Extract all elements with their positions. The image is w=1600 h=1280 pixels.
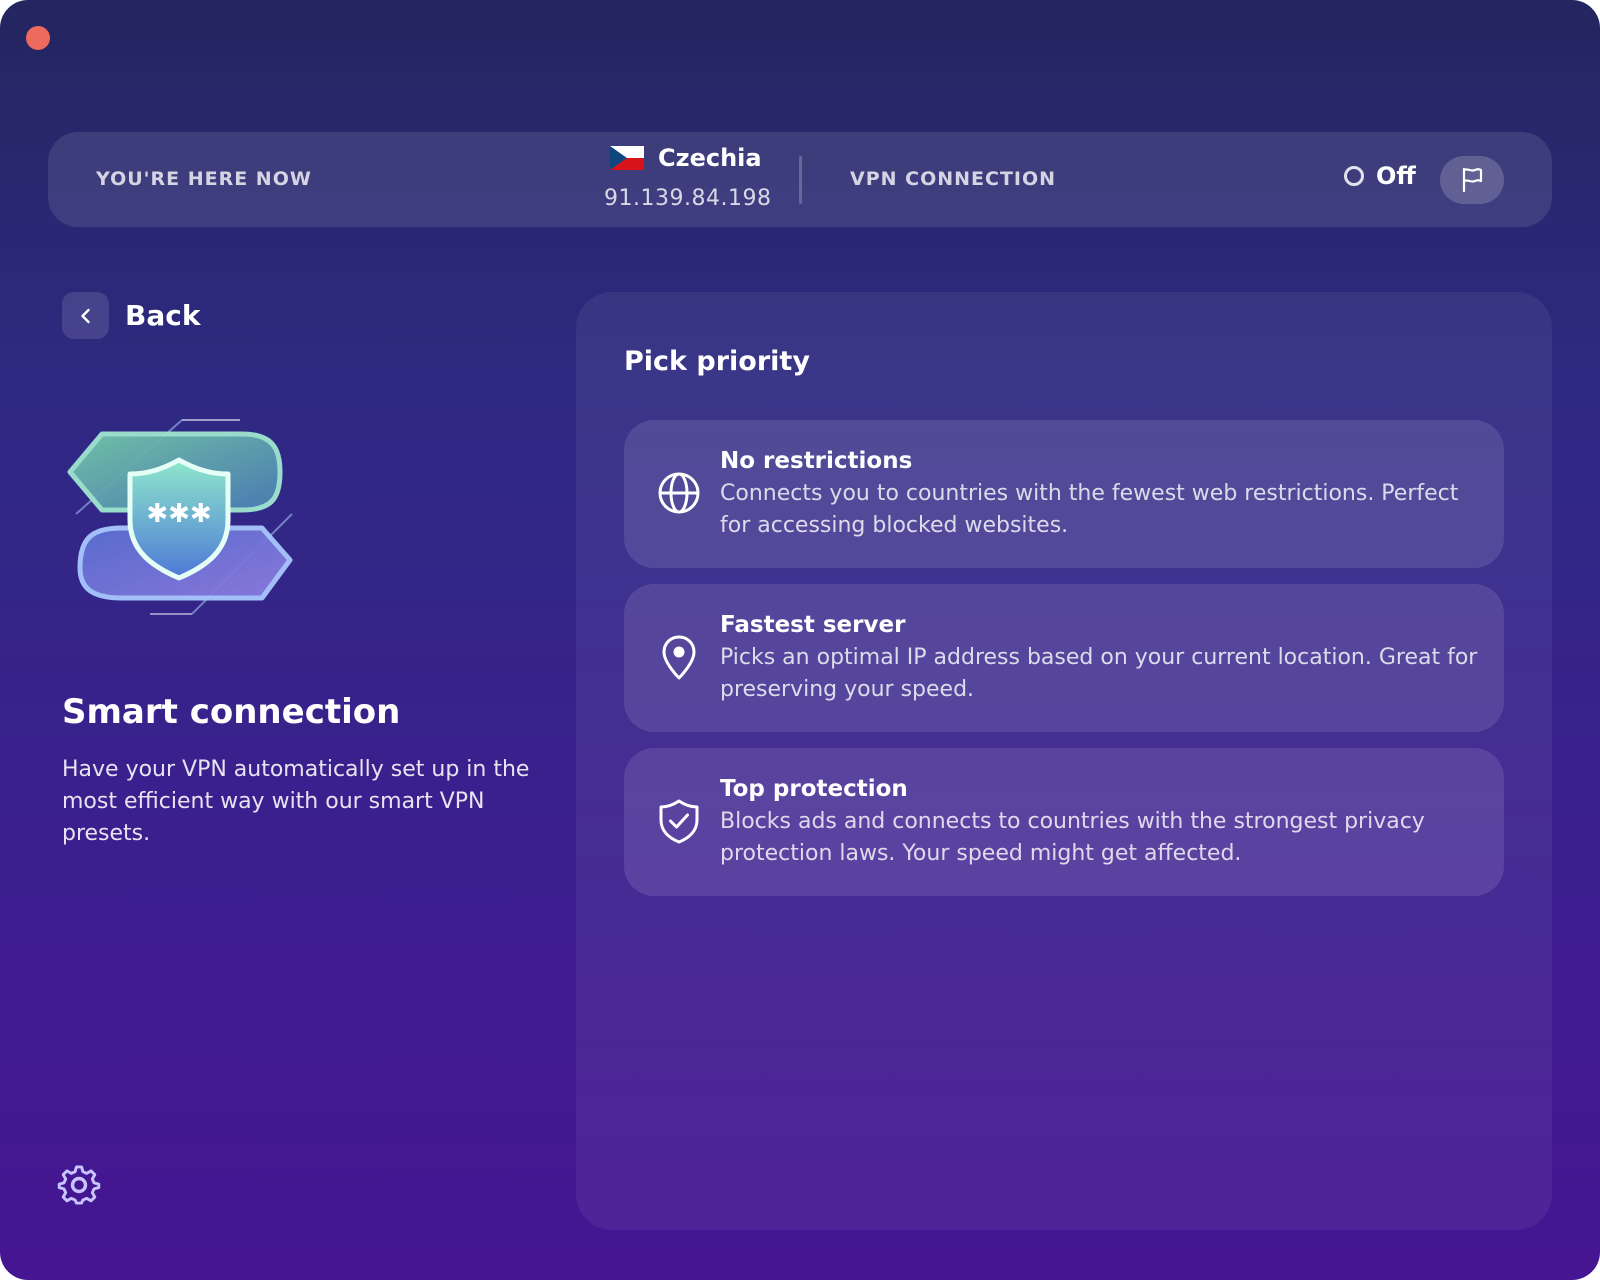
vpn-status-text: Off <box>1376 162 1416 190</box>
feature-description: Have your VPN automatically set up in th… <box>62 757 530 846</box>
vpn-connection-label: VPN CONNECTION <box>850 168 1057 190</box>
shield-check-icon <box>659 799 699 844</box>
current-country: Czechia <box>610 144 762 172</box>
option-no-restrictions[interactable]: No restrictions Connects you to countrie… <box>624 420 1504 568</box>
location-pin-icon <box>662 635 696 680</box>
back-button[interactable]: Back <box>62 292 200 339</box>
app-window: YOU'RE HERE NOW Czechia 91.139.84.198 VP… <box>0 0 1600 1280</box>
option-description: Connects you to countries with the fewes… <box>720 481 1459 538</box>
report-flag-button[interactable] <box>1440 156 1504 204</box>
option-description: Picks an optimal IP address based on you… <box>720 645 1478 702</box>
connection-status-bar: YOU'RE HERE NOW Czechia 91.139.84.198 VP… <box>48 132 1552 227</box>
gear-icon[interactable] <box>56 1160 102 1206</box>
divider <box>799 156 802 204</box>
option-fastest-server[interactable]: Fastest server Picks an optimal IP addre… <box>624 584 1504 732</box>
globe-icon <box>658 472 700 514</box>
option-title: No restrictions <box>720 448 913 474</box>
option-description: Blocks ads and connects to countries wit… <box>720 809 1425 866</box>
pick-priority-panel: Pick priority No restrictions Connects y… <box>576 292 1552 1230</box>
ip-address: 91.139.84.198 <box>604 186 772 211</box>
smart-connection-illustration: ✱✱✱ <box>67 419 293 615</box>
option-title: Top protection <box>720 776 908 802</box>
panel-title: Pick priority <box>624 346 810 377</box>
country-name: Czechia <box>658 144 762 172</box>
svg-text:✱✱✱: ✱✱✱ <box>146 499 211 529</box>
option-top-protection[interactable]: Top protection Blocks ads and connects t… <box>624 748 1504 896</box>
location-label: YOU'RE HERE NOW <box>96 168 312 190</box>
status-ring-icon <box>1344 166 1364 186</box>
flag-icon <box>1462 167 1483 193</box>
czech-flag-icon <box>610 146 644 170</box>
feature-title: Smart connection <box>62 692 401 732</box>
vpn-status-toggle[interactable]: Off <box>1344 162 1416 190</box>
chevron-left-icon <box>62 292 109 339</box>
option-title: Fastest server <box>720 612 906 638</box>
back-label: Back <box>125 299 201 332</box>
window-close-button[interactable] <box>26 26 50 50</box>
